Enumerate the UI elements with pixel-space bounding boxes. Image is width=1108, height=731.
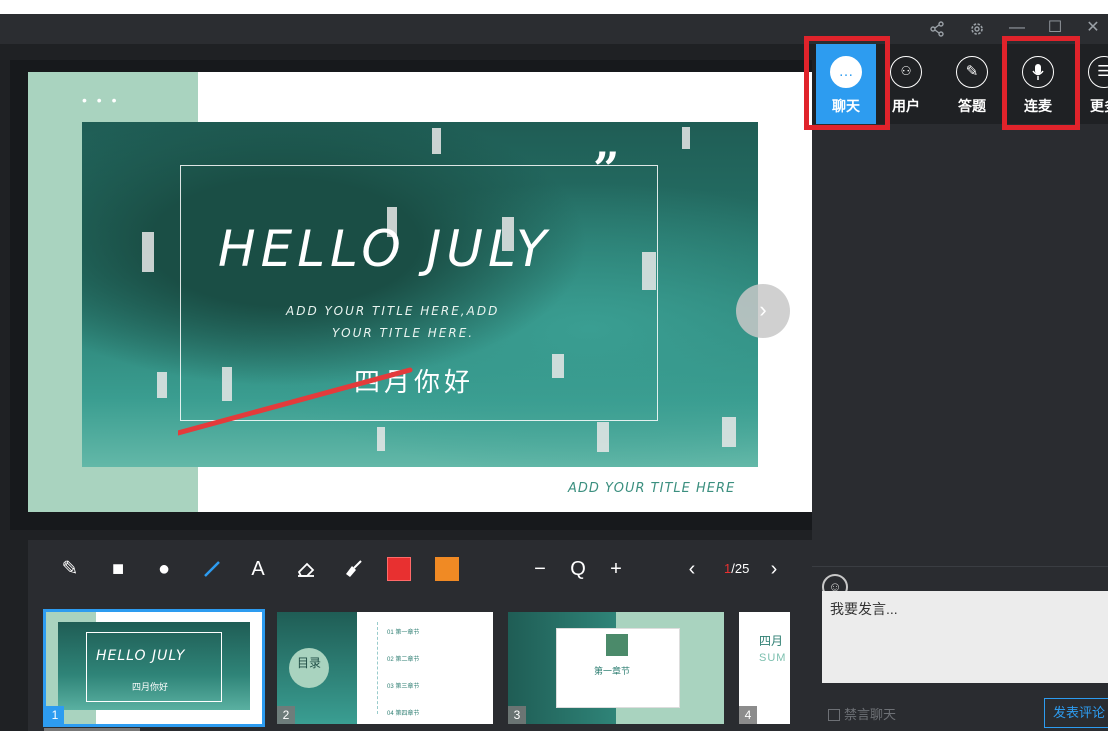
next-slide-button[interactable]: ›: [736, 284, 790, 338]
thumb-number: 2: [277, 706, 295, 724]
slide-subtitle-line1: ADD YOUR TITLE HERE,ADD: [286, 304, 500, 318]
prev-page-button[interactable]: ‹: [680, 555, 704, 583]
thumb-title: 目录: [296, 656, 321, 670]
thumb-toc-line: [377, 622, 381, 714]
thumb-toc-list: 01 第一章节 02 第二章节 03 第三章节 04 第四章节: [387, 620, 419, 724]
thumb-title: HELLO JULY: [96, 648, 186, 664]
thumb-image: [606, 634, 628, 656]
tab-quiz[interactable]: ✎ 答题: [942, 44, 1002, 124]
eraser-icon[interactable]: [294, 555, 318, 583]
circle-tool[interactable]: ●: [152, 555, 176, 583]
clear-brush-icon[interactable]: [342, 555, 366, 583]
highlight-box-chat: [804, 36, 890, 130]
share-icon[interactable]: [922, 14, 952, 44]
checkbox-box[interactable]: [828, 709, 840, 721]
gear-icon[interactable]: [962, 14, 992, 44]
thumb-number: 3: [508, 706, 526, 724]
color-swatch-orange[interactable]: [435, 557, 459, 581]
app-window: — ☐ ✕ • • • ” HELLO JULY ADD YOUR TITLE: [0, 14, 1108, 731]
current-slide: • • • ” HELLO JULY ADD YOUR TITLE HERE,A…: [28, 72, 812, 512]
toc-item: 04 第四章节: [387, 711, 420, 717]
title-bar: — ☐ ✕: [0, 14, 1108, 44]
slide-thumbnail-4[interactable]: 四月 SUM 4: [739, 612, 790, 724]
annotation-red-line: [178, 367, 413, 436]
rectangle-tool[interactable]: ■: [106, 555, 130, 583]
slide-thumbnail-1[interactable]: HELLO JULY 四月你好 1: [43, 609, 265, 727]
pencil-icon: ✎: [956, 56, 988, 88]
slide-dots: • • •: [82, 92, 120, 108]
zoom-out-button[interactable]: −: [528, 555, 552, 583]
chat-input[interactable]: 我要发言...: [822, 591, 1108, 683]
line-tool[interactable]: [200, 555, 224, 583]
next-page-button[interactable]: ›: [762, 555, 786, 583]
slide-subtitle-line2: YOUR TITLE HERE.: [332, 326, 475, 340]
send-comment-button[interactable]: 发表评论: [1044, 698, 1108, 728]
tab-quiz-label: 答题: [958, 98, 986, 114]
toc-item: 02 第二章节: [387, 657, 420, 663]
thumb-title: 四月: [759, 634, 784, 648]
thumb-number: 1: [46, 706, 64, 724]
slide-caption: ADD YOUR TITLE HERE: [568, 481, 736, 496]
thumb-sub: 四月你好: [132, 682, 169, 692]
bottom-panel: ✎ ■ ● A − Q + ‹ 1/25 › HELLO JULY 四月你好 1…: [28, 540, 812, 731]
zoom-in-button[interactable]: +: [604, 555, 628, 583]
users-icon: ⚇: [890, 56, 922, 88]
zoom-icon[interactable]: Q: [566, 555, 590, 583]
slide-thumbnail-2[interactable]: 目录 01 第一章节 02 第二章节 03 第三章节 04 第四章节 2: [277, 612, 493, 724]
slide-thumbnail-3[interactable]: 第一章节 3: [508, 612, 724, 724]
total-pages: /25: [731, 561, 750, 576]
toc-item: 01 第一章节: [387, 630, 420, 636]
mute-chat-checkbox[interactable]: 禁言聊天: [828, 704, 896, 723]
slide-title: HELLO JULY: [218, 220, 552, 278]
drawing-toolbar: ✎ ■ ● A − Q + ‹ 1/25 ›: [28, 540, 812, 598]
highlight-box-mic: [1002, 36, 1080, 130]
list-icon: ☰: [1088, 56, 1108, 88]
quote-mark: ”: [593, 142, 620, 196]
thumb-number: 4: [739, 706, 757, 724]
thumb-sub: SUM: [759, 652, 787, 664]
close-button[interactable]: ✕: [1078, 14, 1108, 44]
toc-item: 03 第三章节: [387, 684, 420, 690]
text-tool[interactable]: A: [246, 555, 270, 583]
mute-chat-label: 禁言聊天: [844, 707, 897, 722]
chat-message-list[interactable]: [812, 124, 1108, 564]
thumb-title: 第一章节: [594, 666, 631, 676]
pen-tool[interactable]: ✎: [58, 555, 82, 583]
page-indicator: 1/25: [724, 557, 749, 581]
thumb-toc-badge: 目录: [289, 648, 329, 688]
color-swatch-red[interactable]: [387, 557, 411, 581]
